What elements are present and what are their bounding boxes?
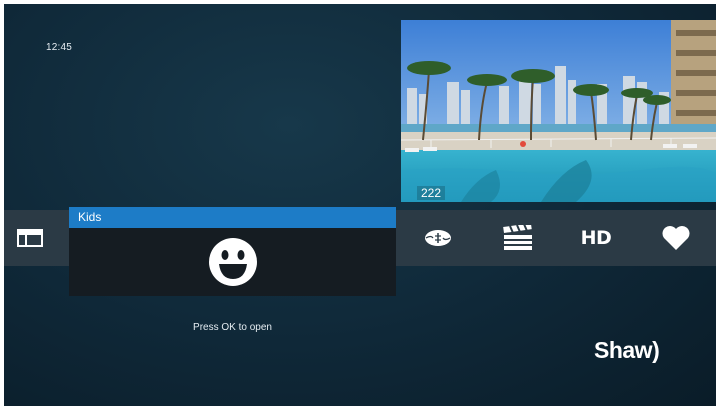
menu-item-guide[interactable]: [4, 210, 56, 266]
hd-icon: HD: [580, 227, 612, 249]
shaw-logo: Shaw): [594, 337, 660, 363]
menu-item-sports[interactable]: [408, 210, 468, 266]
channel-number: 222: [417, 186, 446, 200]
pool-scene-image: [401, 20, 716, 202]
menu-item-favorites[interactable]: [646, 210, 706, 266]
menu-item-movies[interactable]: [488, 210, 548, 266]
tv-screen: 12:45 222 HD Kids Press OK to open Shaw): [4, 4, 716, 406]
menu-item-hd[interactable]: HD: [566, 210, 626, 266]
football-icon: [425, 230, 451, 246]
menu-item-kids[interactable]: Kids: [69, 207, 396, 296]
heart-icon: [662, 226, 690, 250]
clock: 12:45: [46, 42, 73, 53]
live-tv-preview: [401, 20, 716, 202]
smiley-icon: [209, 238, 257, 286]
kids-title: Kids: [69, 207, 396, 228]
clapperboard-icon: [503, 225, 532, 250]
guide-icon: [17, 229, 43, 247]
press-ok-hint: Press OK to open: [193, 322, 272, 333]
